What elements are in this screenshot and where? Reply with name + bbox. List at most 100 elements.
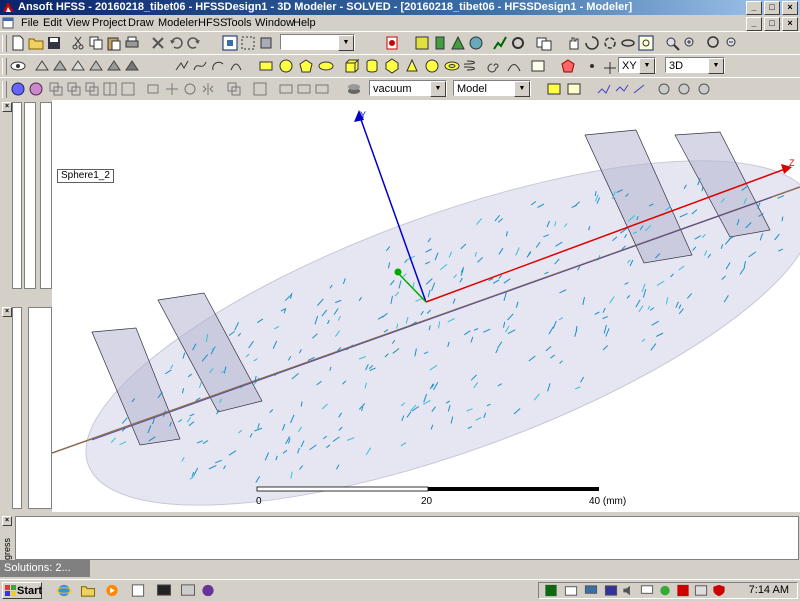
menu-hfss[interactable]: HFSS [198,17,227,29]
draw-equation-surface-icon[interactable] [530,58,546,74]
app-icon[interactable] [180,583,196,598]
draw-line-icon[interactable] [174,58,190,74]
mdi-close-button[interactable]: × [782,17,798,31]
field-overlay-icon[interactable] [596,81,612,97]
undo-icon[interactable] [168,35,184,51]
material-view-icon[interactable] [124,58,140,74]
tray-messenger-icon[interactable] [657,583,673,598]
highlight-icon[interactable] [384,35,400,51]
solutions-window-title[interactable]: Solutions: 2... [0,560,90,577]
hfss-task-icon[interactable] [200,583,216,598]
select-face-icon[interactable] [258,35,274,51]
draw-helix-icon[interactable] [464,58,480,74]
move-icon[interactable] [164,81,180,97]
split-icon[interactable] [102,81,118,97]
tray-update-icon[interactable] [693,583,709,598]
menu-file[interactable]: File [21,17,39,29]
draw-bondwire-icon[interactable] [506,58,522,74]
duplicate-icon[interactable] [226,81,242,97]
draw-sphere-icon[interactable] [424,58,440,74]
new-file-icon[interactable] [10,35,26,51]
draw-ellipse-icon[interactable] [318,58,334,74]
tray-display-icon[interactable] [583,583,599,598]
sheet-icon[interactable] [278,81,294,97]
fit-selection-icon[interactable] [706,35,722,51]
draw-equation-curve-icon[interactable] [228,58,244,74]
boundary-icon[interactable] [414,35,430,51]
copy-icon[interactable] [88,35,104,51]
mdi-restore-button[interactable]: □ [764,17,780,31]
draw-torus-icon[interactable] [444,58,460,74]
thicken-icon[interactable] [296,81,312,97]
hfss-design-icon[interactable] [10,81,26,97]
progress-close-button[interactable]: × [2,516,12,526]
panel2-close-button[interactable]: × [2,307,12,317]
rotate-local-icon[interactable] [602,35,618,51]
zoom-in-icon[interactable] [682,35,698,51]
eye-icon[interactable] [10,58,26,74]
select-mode-icon[interactable] [222,35,238,51]
delete-icon[interactable] [150,35,166,51]
select-by-name-icon[interactable] [240,35,256,51]
start-button[interactable]: Start [2,582,42,599]
tray-shield-icon[interactable] [711,583,727,598]
tray-acrobat-icon[interactable] [675,583,691,598]
rotate-object-icon[interactable] [182,81,198,97]
report-icon[interactable] [656,81,672,97]
terminal-icon[interactable] [156,583,172,598]
tray-volume-icon[interactable] [621,583,637,598]
maximize-button[interactable]: □ [764,1,780,15]
excitation-icon[interactable] [432,35,448,51]
analysis-icon[interactable] [468,35,484,51]
analyze-all-icon[interactable] [510,35,526,51]
create-group-icon[interactable] [546,81,562,97]
transparent-icon[interactable] [70,58,86,74]
report-3d-icon[interactable] [676,81,692,97]
view-mode-select[interactable]: 3D ▼ [665,57,725,74]
explorer-icon[interactable] [80,583,96,598]
rotate-icon[interactable] [584,35,600,51]
draw-spiral-icon[interactable] [486,58,502,74]
menu-help[interactable]: Help [293,17,316,29]
ie-icon[interactable] [56,583,72,598]
plane-icon[interactable] [602,58,618,74]
paste-icon[interactable] [106,35,122,51]
notepad-icon[interactable] [130,583,146,598]
open-folder-icon[interactable] [28,35,44,51]
menu-edit[interactable]: Edit [43,17,62,29]
selection-combo[interactable]: ▼ [280,34,355,51]
tray-app-icon[interactable] [543,583,559,598]
draw-polygon-icon[interactable] [298,58,314,74]
draw-circle-icon[interactable] [278,58,294,74]
zoom-area-icon[interactable] [664,35,680,51]
intersect-icon[interactable] [84,81,100,97]
draw-spline-icon[interactable] [192,58,208,74]
unite-icon[interactable] [48,81,64,97]
orbit-icon[interactable] [620,35,636,51]
sweep-icon[interactable] [146,81,162,97]
zoom-out-icon[interactable] [724,35,740,51]
menu-tools[interactable]: Tools [226,17,252,29]
mesh-icon[interactable] [450,35,466,51]
field-plot-icon[interactable] [614,81,630,97]
draw-box-icon[interactable] [344,58,360,74]
draw-rectangle-icon[interactable] [258,58,274,74]
menu-project[interactable]: Project [92,17,126,29]
close-button[interactable]: × [782,1,798,15]
radiation-icon[interactable] [28,81,44,97]
menu-view[interactable]: View [66,17,90,29]
draw-cylinder-icon[interactable] [364,58,380,74]
model-select[interactable]: Model ▼ [453,80,531,97]
tray-security-icon[interactable] [603,583,619,598]
3d-scene[interactable]: Y Z [52,100,800,512]
media-player-icon[interactable] [104,583,120,598]
save-icon[interactable] [46,35,62,51]
scale-icon[interactable] [252,81,268,97]
draw-arc-icon[interactable] [210,58,226,74]
menu-modeler[interactable]: Modeler [158,17,198,29]
pan-hand-icon[interactable] [566,35,582,51]
validate-icon[interactable] [492,35,508,51]
window-tile-icon[interactable] [536,35,552,51]
grid-plane-select[interactable]: XY ▼ [618,57,656,74]
vector-plot-icon[interactable] [632,81,648,97]
